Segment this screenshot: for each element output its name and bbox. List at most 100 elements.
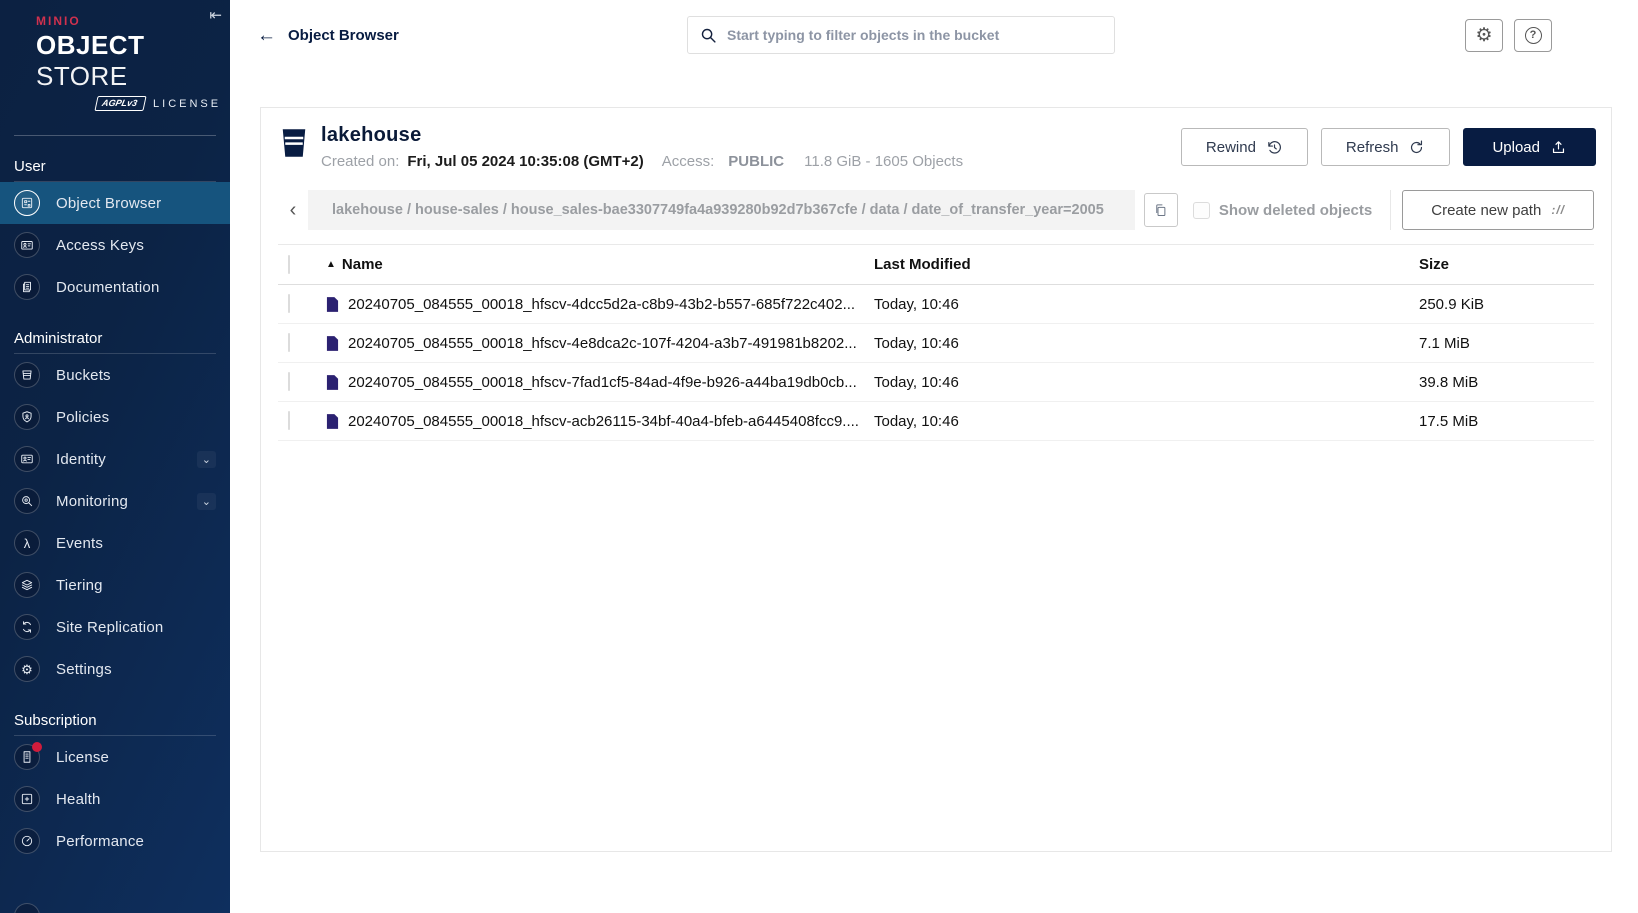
breadcrumb[interactable]: lakehouse / house-sales / house_sales-ba… xyxy=(308,190,1135,230)
sidebar-item-buckets[interactable]: Buckets xyxy=(0,354,230,396)
chevron-down-icon[interactable]: ⌄ xyxy=(197,451,216,468)
sidebar-item-settings[interactable]: ⚙ Settings xyxy=(0,648,230,690)
create-new-path-button[interactable]: Create new path :// xyxy=(1402,190,1594,230)
show-deleted-checkbox[interactable] xyxy=(1193,202,1210,219)
bucket-panel: lakehouse Created on: Fri, Jul 05 2024 1… xyxy=(260,107,1612,852)
object-browser-icon xyxy=(14,190,40,216)
gear-icon: ⚙ xyxy=(1475,26,1492,45)
sidebar-item-monitoring[interactable]: Monitoring ⌄ xyxy=(0,480,230,522)
search-icon xyxy=(700,27,717,44)
product-title: OBJECT STORE xyxy=(36,30,230,92)
show-deleted-toggle[interactable]: Show deleted objects xyxy=(1193,202,1372,219)
policies-icon xyxy=(14,404,40,430)
sidebar-item-label: Documentation xyxy=(56,279,160,296)
column-header-last-modified[interactable]: Last Modified xyxy=(874,256,1419,273)
rewind-button-label: Rewind xyxy=(1206,139,1256,156)
help-icon: ? xyxy=(1525,27,1542,44)
sidebar-item-label: Policies xyxy=(56,409,109,426)
back-navigation[interactable]: ← Object Browser xyxy=(257,26,399,45)
settings-gear-icon: ⚙ xyxy=(14,656,40,682)
table-row[interactable]: 20240705_084555_00018_hfscv-7fad1cf5-84a… xyxy=(278,363,1594,402)
sidebar-item-events[interactable]: λ Events xyxy=(0,522,230,564)
created-on-value: Fri, Jul 05 2024 10:35:08 (GMT+2) xyxy=(407,153,643,170)
table-row[interactable]: 20240705_084555_00018_hfscv-acb26115-34b… xyxy=(278,402,1594,441)
sidebar-collapse-icon[interactable]: ⇤ xyxy=(209,6,222,24)
object-name: 20240705_084555_00018_hfscv-acb26115-34b… xyxy=(348,413,859,430)
bucket-name: lakehouse xyxy=(321,124,963,147)
object-name-cell[interactable]: 20240705_084555_00018_hfscv-acb26115-34b… xyxy=(326,413,874,430)
object-modified: Today, 10:46 xyxy=(874,335,1419,352)
sidebar-item-identity[interactable]: Identity ⌄ xyxy=(0,438,230,480)
license-notification-dot xyxy=(32,742,42,752)
object-name: 20240705_084555_00018_hfscv-7fad1cf5-84a… xyxy=(348,374,857,391)
chevron-down-icon[interactable]: ⌄ xyxy=(197,493,216,510)
sidebar-section-administrator: Administrator Buckets Policies Identity … xyxy=(0,326,230,690)
sidebar-item-license[interactable]: License xyxy=(0,736,230,778)
logo-divider xyxy=(14,135,216,136)
row-checkbox[interactable] xyxy=(288,294,290,313)
brand-wordmark: MINIO xyxy=(36,14,230,28)
sidebar-item-performance[interactable]: Performance xyxy=(0,820,230,862)
table-row[interactable]: 20240705_084555_00018_hfscv-4dcc5d2a-c8b… xyxy=(278,285,1594,324)
sort-ascending-icon[interactable]: ▲ xyxy=(326,259,336,270)
object-name-cell[interactable]: 20240705_084555_00018_hfscv-4dcc5d2a-c8b… xyxy=(326,296,874,313)
sidebar-item-label: Events xyxy=(56,535,103,552)
objects-table: ▲ Name Last Modified Size 20240705_08455… xyxy=(278,244,1594,441)
access-label: Access: xyxy=(662,153,715,170)
sidebar-item-policies[interactable]: Policies xyxy=(0,396,230,438)
copy-path-button[interactable] xyxy=(1144,193,1178,227)
object-modified: Today, 10:46 xyxy=(874,296,1419,313)
created-on-label: Created on: xyxy=(321,153,399,170)
column-header-name[interactable]: ▲ Name xyxy=(326,256,874,273)
object-name-cell[interactable]: 20240705_084555_00018_hfscv-7fad1cf5-84a… xyxy=(326,374,874,391)
show-deleted-label: Show deleted objects xyxy=(1219,202,1372,219)
sidebar-item-object-browser[interactable]: Object Browser xyxy=(0,182,230,224)
rewind-button[interactable]: Rewind xyxy=(1181,128,1308,166)
access-keys-icon xyxy=(14,232,40,258)
object-name-cell[interactable]: 20240705_084555_00018_hfscv-4e8dca2c-107… xyxy=(326,335,874,352)
table-row[interactable]: 20240705_084555_00018_hfscv-4e8dca2c-107… xyxy=(278,324,1594,363)
search-input[interactable] xyxy=(727,27,1102,43)
object-size: 250.9 KiB xyxy=(1419,296,1594,313)
buckets-icon xyxy=(14,362,40,388)
select-all-checkbox[interactable] xyxy=(288,255,290,274)
site-replication-icon xyxy=(14,614,40,640)
row-checkbox[interactable] xyxy=(288,333,290,352)
documentation-icon xyxy=(14,274,40,300)
copy-icon xyxy=(1153,203,1168,218)
sidebar-item-site-replication[interactable]: Site Replication xyxy=(0,606,230,648)
refresh-button[interactable]: Refresh xyxy=(1321,128,1451,166)
help-button[interactable]: ? xyxy=(1514,19,1552,52)
refresh-icon xyxy=(1408,139,1425,156)
upload-button[interactable]: Upload xyxy=(1463,128,1596,166)
sidebar-item-documentation[interactable]: Documentation xyxy=(0,266,230,308)
sidebar-item-health[interactable]: Health xyxy=(0,778,230,820)
row-checkbox[interactable] xyxy=(288,372,290,391)
section-label: Administrator xyxy=(0,326,230,353)
path-back-chevron[interactable]: ‹ xyxy=(278,199,308,222)
sidebar-item-label: License xyxy=(56,749,109,766)
row-checkbox[interactable] xyxy=(288,411,290,430)
bucket-usage-summary: 11.8 GiB - 1605 Objects xyxy=(804,153,963,170)
column-header-size[interactable]: Size xyxy=(1419,256,1594,273)
access-value: PUBLIC xyxy=(728,153,784,170)
breadcrumb-path: lakehouse / house-sales / house_sales-ba… xyxy=(332,202,1104,218)
bucket-icon xyxy=(279,126,309,160)
sidebar-item-access-keys[interactable]: Access Keys xyxy=(0,224,230,266)
back-arrow-icon[interactable]: ← xyxy=(257,26,276,45)
minio-logo: MINIO OBJECT STORE AGPLv3 LICENSE xyxy=(0,0,230,121)
sidebar-item-label: Access Keys xyxy=(56,237,144,254)
refresh-button-label: Refresh xyxy=(1346,139,1399,156)
sidebar-section-user: User Object Browser Access Keys Document… xyxy=(0,154,230,308)
section-label: User xyxy=(0,154,230,181)
monitoring-icon xyxy=(14,488,40,514)
tiering-icon xyxy=(14,572,40,598)
object-filter-searchbox[interactable] xyxy=(687,16,1115,54)
sidebar-item-label: Settings xyxy=(56,661,112,678)
sidebar-item-label: Health xyxy=(56,791,101,808)
path-icon: :// xyxy=(1551,203,1565,217)
sidebar-item-tiering[interactable]: Tiering xyxy=(0,564,230,606)
settings-button[interactable]: ⚙ xyxy=(1465,19,1503,52)
topbar: ← Object Browser ⚙ ? xyxy=(230,0,1638,70)
create-new-path-label: Create new path xyxy=(1431,202,1541,219)
